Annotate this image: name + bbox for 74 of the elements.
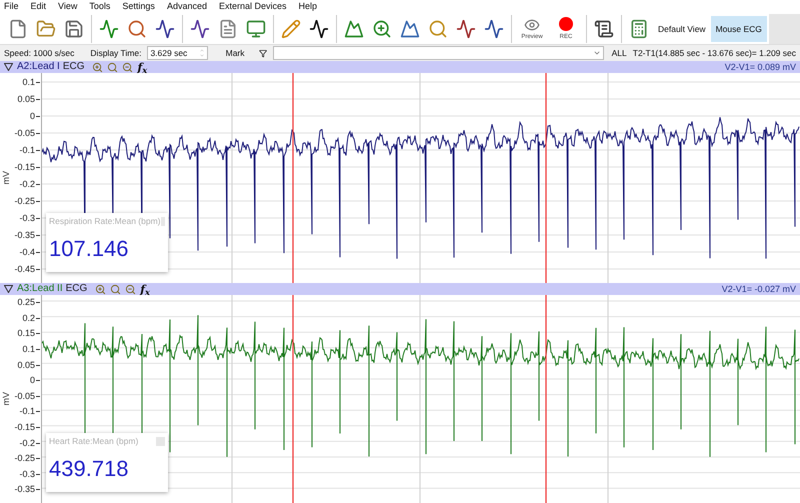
menu-item[interactable]: Settings	[122, 0, 155, 14]
channel-type: ECG	[62, 62, 84, 72]
measurement-value: 107.146	[49, 238, 130, 260]
axis-tick-label: -0.15	[14, 423, 35, 432]
axis-tick-label: -0.15	[14, 162, 35, 172]
function-button[interactable]: f$_{x}$	[140, 284, 150, 294]
axis-tick-label: -0.3	[19, 470, 35, 479]
axis-tick-label: -0.4	[19, 248, 35, 256]
axis-tick-label: -0.1	[19, 407, 35, 416]
chevron-down-icon	[592, 49, 601, 57]
voltage-difference: V2-V1= 0.089 mV	[724, 62, 796, 72]
axis-tick-label: 0	[30, 112, 35, 120]
channel-name: A2:Lead I	[17, 62, 60, 72]
function-button[interactable]: f$_{x}$	[137, 62, 148, 72]
view-button[interactable]: Mouse ECG	[710, 16, 767, 42]
axis-tick-label: -0.35	[14, 230, 35, 240]
speed-label: Speed: 1000 s/sec	[4, 46, 74, 60]
zoom-in-icon[interactable]	[95, 284, 106, 294]
spin-down-icon[interactable]	[198, 53, 205, 58]
axis-tick-label: 0.2	[22, 314, 35, 323]
menu-item[interactable]: Tools	[89, 0, 110, 14]
collapse-icon[interactable]	[4, 63, 13, 71]
all-label: ALL	[612, 46, 627, 60]
channel-name: A3:Lead II	[17, 284, 63, 294]
measurement-value: 439.718	[49, 458, 130, 480]
display-time-spinner[interactable]: 3.629 sec	[147, 46, 208, 60]
axis-tick-label: 0.1	[22, 78, 35, 86]
menu-item[interactable]: Advanced	[166, 0, 207, 14]
spin-up-icon[interactable]	[198, 48, 205, 53]
cursor-line[interactable]	[545, 73, 547, 283]
axis-tick-label: -0.05	[14, 392, 35, 401]
card-handle[interactable]	[160, 216, 165, 226]
axis-tick-label: 0.15	[17, 329, 35, 338]
axis-tick-label: -0.25	[14, 196, 35, 206]
zoom-out-icon[interactable]	[125, 284, 136, 294]
axis-tick-label: -0.3	[19, 214, 35, 222]
channel-type: ECG	[66, 284, 88, 294]
zoom-fit-icon[interactable]	[110, 284, 122, 294]
mark-label: Mark	[226, 46, 245, 60]
menu-item[interactable]: View	[58, 0, 78, 14]
menu-item[interactable]: Help	[298, 0, 318, 14]
filter-icon[interactable]	[258, 48, 267, 58]
display-time-label: Display Time:	[90, 46, 142, 60]
axis-tick-label: 0.1	[22, 345, 35, 354]
zoom-out-icon[interactable]	[122, 62, 134, 72]
menu-item[interactable]: External Devices	[218, 0, 286, 14]
axis-tick-label: -0.35	[14, 485, 35, 494]
cursor-line[interactable]	[292, 73, 294, 283]
axis-tick-label: 0.05	[17, 360, 35, 370]
axis-tick-label: -0.2	[19, 180, 35, 188]
menu-item[interactable]: Edit	[30, 0, 46, 14]
axis-tick-label: -0.1	[19, 146, 35, 154]
zoom-in-icon[interactable]	[92, 62, 104, 72]
cursor-line[interactable]	[545, 295, 547, 503]
axis-tick-label: 0.25	[17, 298, 35, 308]
axis-tick-label: -0.2	[19, 438, 35, 448]
eye-icon	[524, 16, 540, 32]
card-handle[interactable]	[156, 436, 165, 446]
axis-unit: mV	[0, 392, 12, 406]
axis-tick-label: 0	[30, 376, 35, 386]
measurement-label: Respiration Rate:Mean (bpm)	[49, 215, 160, 228]
time-interval: T2-T1(14.885 sec - 13.676 sec)= 1.209 sec	[632, 46, 796, 60]
cursor-line[interactable]	[292, 295, 294, 503]
axis-tick-label: 0.05	[17, 94, 35, 104]
axis-tick-label: -0.05	[14, 128, 35, 138]
zoom-fit-icon[interactable]	[107, 62, 118, 72]
axis-tick-label: -0.45	[14, 264, 35, 274]
collapse-icon[interactable]	[4, 285, 13, 293]
view-button[interactable]: Default View	[653, 16, 711, 42]
voltage-difference: V2-V1= -0.027 mV	[722, 284, 796, 294]
axis-tick-label: -0.25	[14, 454, 35, 464]
measurement-label: Heart Rate:Mean (bpm)	[49, 435, 138, 448]
axis-unit: mV	[0, 171, 12, 185]
menu-item[interactable]: File	[4, 0, 19, 14]
